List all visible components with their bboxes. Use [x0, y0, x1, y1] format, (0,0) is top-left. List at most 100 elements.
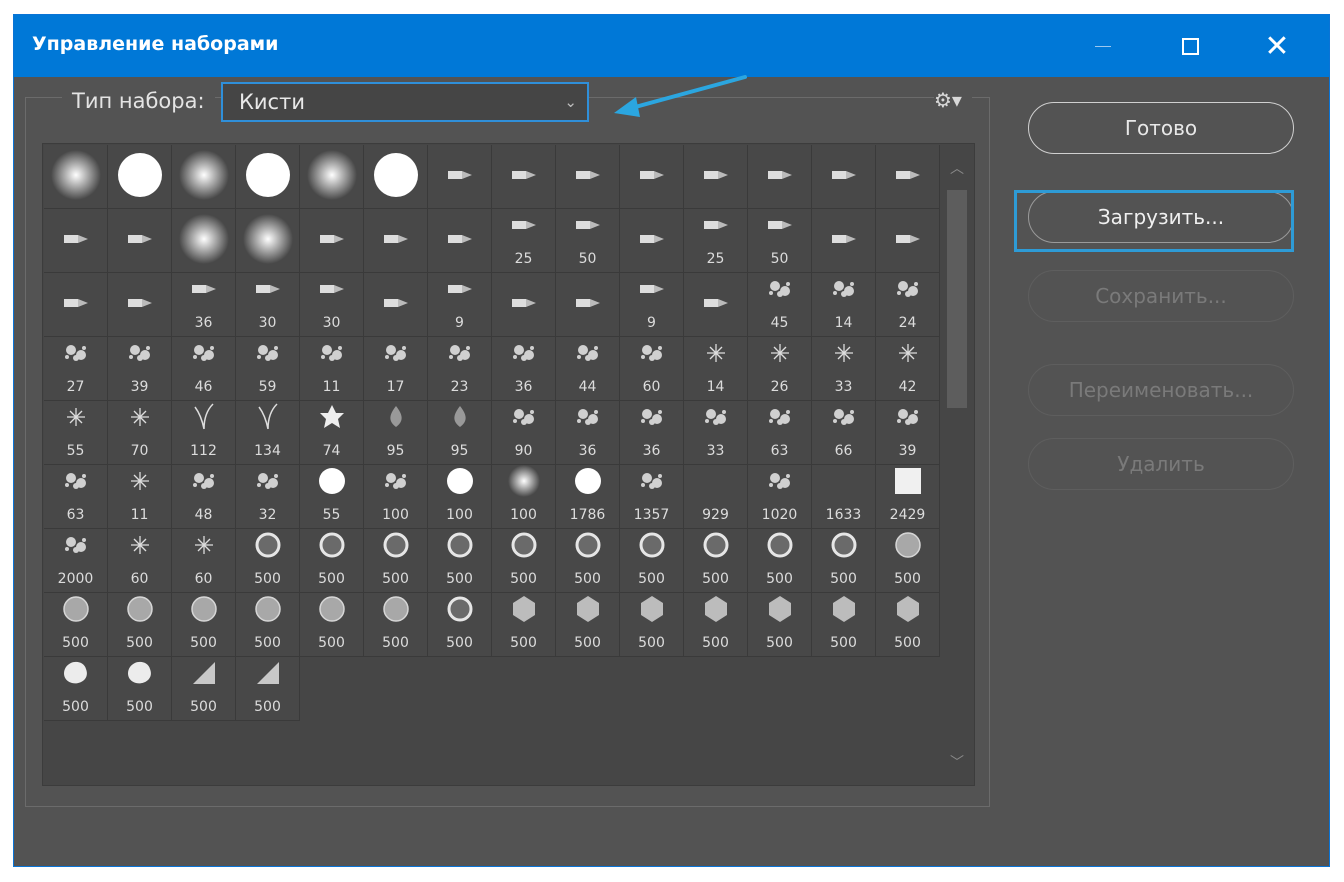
brush-tip-icon: [754, 149, 806, 205]
brush-tip-icon: [882, 213, 934, 269]
brush-grid-empty: [684, 721, 748, 785]
brush-preset-cell[interactable]: 50: [556, 209, 620, 273]
brush-preset-cell[interactable]: 500: [556, 593, 620, 657]
brush-hex-icon: [754, 583, 806, 639]
brush-splat-icon: [498, 327, 550, 383]
brush-tip-icon: [754, 199, 806, 255]
brush-splat-icon: [818, 263, 870, 319]
brush-star-icon: [114, 519, 166, 575]
brush-preset-cell[interactable]: [428, 145, 492, 209]
brush-ring-icon: [818, 519, 870, 575]
vertical-scrollbar[interactable]: ︿ ﹀: [943, 152, 971, 780]
brush-preset-cell[interactable]: [172, 145, 236, 209]
brush-grass-icon: [178, 391, 230, 447]
brush-grid-empty: [876, 721, 940, 785]
rename-button[interactable]: Переименовать...: [1028, 364, 1294, 416]
brush-hard-icon: [434, 455, 486, 511]
brush-grid-empty: [812, 657, 876, 721]
brush-preset-cell[interactable]: 500: [428, 593, 492, 657]
minimize-button[interactable]: [1063, 15, 1143, 77]
brush-tip-icon: [818, 213, 870, 269]
brush-tip-icon: [50, 277, 102, 333]
brush-preset-cell[interactable]: 500: [108, 657, 172, 721]
minimize-icon: [1095, 45, 1111, 47]
brush-tip-icon: [498, 149, 550, 205]
brush-hex-icon: [882, 583, 934, 639]
brush-preset-cell[interactable]: 500: [748, 593, 812, 657]
preset-type-select[interactable]: Кисти ⌄: [221, 82, 589, 122]
brush-preset-cell[interactable]: [364, 209, 428, 273]
brush-preset-cell[interactable]: 500: [300, 593, 364, 657]
brush-tip-icon: [306, 263, 358, 319]
window-title: Управление наборами: [32, 33, 279, 55]
brush-preset-cell[interactable]: 500: [364, 593, 428, 657]
delete-button[interactable]: Удалить: [1028, 438, 1294, 490]
close-icon: ✕: [1264, 28, 1290, 64]
save-button[interactable]: Сохранить...: [1028, 270, 1294, 322]
brush-tip-icon: [434, 263, 486, 319]
brush-star-icon: [178, 519, 230, 575]
brush-tip-icon: [690, 149, 742, 205]
brush-preset-cell[interactable]: 500: [172, 657, 236, 721]
done-button[interactable]: Готово: [1028, 102, 1294, 154]
brush-size-label: 500: [62, 699, 89, 715]
scroll-down-icon[interactable]: ﹀: [943, 752, 971, 772]
brush-tip-icon: [626, 213, 678, 269]
brush-preset-cell[interactable]: 25: [492, 209, 556, 273]
brush-star-icon: [882, 327, 934, 383]
brush-preset-cell[interactable]: 500: [620, 593, 684, 657]
brush-tip-icon: [562, 199, 614, 255]
brush-preset-cell[interactable]: 500: [492, 593, 556, 657]
brush-tip-icon: [50, 213, 102, 269]
brush-blank-icon: [818, 455, 870, 511]
brush-splat-icon: [882, 263, 934, 319]
brush-preset-cell[interactable]: [300, 145, 364, 209]
brush-size-label: 500: [766, 635, 793, 651]
maximize-button[interactable]: [1150, 15, 1230, 77]
brush-tip-icon: [690, 199, 742, 255]
brush-preset-cell[interactable]: [44, 145, 108, 209]
brush-tip-icon: [434, 213, 486, 269]
brush-tip-icon: [114, 213, 166, 269]
brush-disc-icon: [50, 583, 102, 639]
brush-preset-cell[interactable]: [236, 145, 300, 209]
brush-preset-cell[interactable]: [108, 209, 172, 273]
brush-tip-icon: [370, 213, 422, 269]
brush-preset-cell[interactable]: 25: [684, 209, 748, 273]
brush-hex-icon: [690, 583, 742, 639]
brush-preset-cell[interactable]: [620, 145, 684, 209]
brush-splat-icon: [114, 327, 166, 383]
brush-preset-cell[interactable]: 500: [236, 657, 300, 721]
brush-splat-icon: [242, 455, 294, 511]
brush-size-label: 500: [382, 635, 409, 651]
brush-preset-cell[interactable]: [44, 209, 108, 273]
brush-grid-empty: [556, 657, 620, 721]
brush-splat-icon: [434, 327, 486, 383]
brush-preset-cell[interactable]: [812, 145, 876, 209]
brush-preset-cell[interactable]: 500: [812, 593, 876, 657]
brush-splat-icon: [626, 455, 678, 511]
brush-preset-cell[interactable]: 500: [876, 593, 940, 657]
brush-splat-icon: [626, 327, 678, 383]
brush-soft-icon: [178, 213, 230, 269]
brush-disc-icon: [882, 519, 934, 575]
gear-menu-icon[interactable]: ⚙▾: [934, 88, 972, 112]
brush-grid-empty: [300, 657, 364, 721]
scroll-up-icon[interactable]: ︿: [943, 158, 971, 178]
brush-star-icon: [114, 455, 166, 511]
brush-preset-cell[interactable]: [876, 145, 940, 209]
brush-preset-cell[interactable]: [108, 145, 172, 209]
brush-splat-icon: [50, 519, 102, 575]
brush-preset-cell[interactable]: 500: [44, 657, 108, 721]
brush-preset-cell[interactable]: 500: [684, 593, 748, 657]
brush-grid-empty: [172, 721, 236, 785]
brush-ring-icon: [562, 519, 614, 575]
scroll-thumb[interactable]: [947, 190, 967, 408]
brush-preset-cell[interactable]: [364, 145, 428, 209]
brush-tip-icon: [626, 149, 678, 205]
brush-star-icon: [50, 391, 102, 447]
brush-blank-icon: [690, 455, 742, 511]
load-button-highlight: [1014, 190, 1294, 252]
close-button[interactable]: ✕: [1237, 15, 1317, 77]
brush-splat-icon: [242, 327, 294, 383]
